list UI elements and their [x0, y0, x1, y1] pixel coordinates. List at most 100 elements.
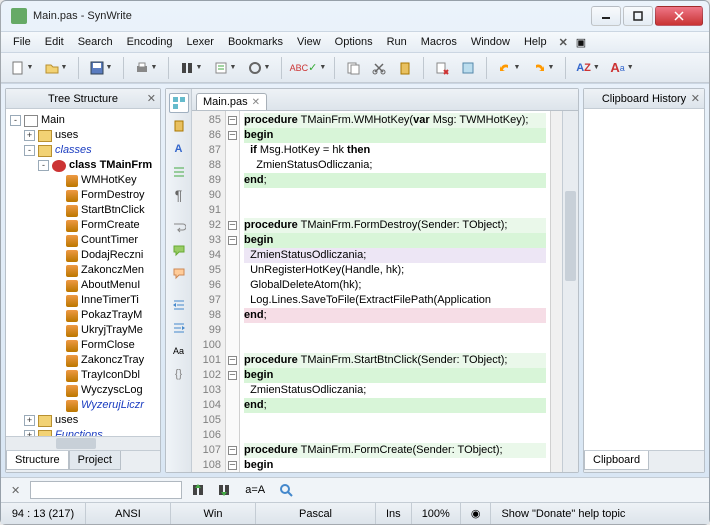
line-gutter[interactable]: 8586878889909192939495969798991001011021… — [192, 111, 226, 472]
tab-project[interactable]: Project — [69, 451, 121, 470]
tree-node[interactable]: +Functions — [8, 428, 160, 436]
status-sync-icon[interactable]: ◉ — [461, 503, 492, 524]
spellcheck-button[interactable]: ABC✓▼ — [289, 57, 327, 79]
tree-expander-icon[interactable]: - — [24, 145, 35, 156]
status-pos[interactable]: 94 : 13 (217) — [1, 503, 86, 524]
code-line[interactable]: begin — [244, 368, 546, 383]
vtool-text-icon[interactable]: A — [169, 139, 189, 159]
vtool-pilcrow-icon[interactable]: ¶ — [169, 185, 189, 205]
menu-help[interactable]: Help — [518, 34, 553, 50]
vtool-wrap-icon[interactable] — [169, 217, 189, 237]
fold-toggle-icon[interactable]: − — [228, 236, 237, 245]
tree-expander-icon[interactable]: - — [38, 160, 49, 171]
tree-node[interactable]: WMHotKey — [8, 173, 160, 188]
code-line[interactable]: GlobalDeleteAtom(hk); — [244, 278, 546, 293]
titlebar[interactable]: Main.pas - SynWrite — [1, 1, 709, 31]
fold-toggle-icon[interactable]: − — [228, 356, 237, 365]
code-line[interactable]: end; — [244, 173, 546, 188]
code-line[interactable] — [244, 188, 546, 203]
vtool-comment-icon[interactable] — [169, 240, 189, 260]
close-icon[interactable]: ✕ — [691, 92, 700, 105]
tree-node[interactable]: WyczyscLog — [8, 383, 160, 398]
close-icon[interactable]: ✕ — [147, 92, 156, 105]
code-line[interactable]: UnRegisterHotKey(Handle, hk); — [244, 263, 546, 278]
find-button[interactable]: ▼ — [176, 57, 206, 79]
code-line[interactable]: Log.Lines.SaveToFile(ExtractFilePath(App… — [244, 293, 546, 308]
menu-macros[interactable]: Macros — [415, 34, 463, 50]
code-line[interactable]: if Msg.HotKey = hk then — [244, 143, 546, 158]
code-line[interactable]: ZmienStatusOdliczania; — [244, 158, 546, 173]
code-line[interactable]: end; — [244, 308, 546, 323]
status-lexer[interactable]: Pascal — [256, 503, 376, 524]
tree-node[interactable]: InneTimerTi — [8, 293, 160, 308]
status-help[interactable]: Show "Donate" help topic — [491, 503, 709, 524]
tree-body[interactable]: -Main+uses-classes-class TMainFrmWMHotKe… — [6, 109, 160, 436]
find-next-button[interactable] — [214, 480, 234, 500]
code-line[interactable] — [244, 338, 546, 353]
font-button[interactable]: Aa▼ — [607, 57, 637, 79]
menu-edit[interactable]: Edit — [39, 34, 70, 50]
code-line[interactable] — [244, 413, 546, 428]
delete-button[interactable] — [431, 57, 453, 79]
maximize-button[interactable] — [623, 6, 653, 26]
redo-button[interactable]: ▼ — [528, 57, 558, 79]
tree-node[interactable]: FormCreate — [8, 218, 160, 233]
vtool-uncomment-icon[interactable] — [169, 263, 189, 283]
close-button[interactable] — [655, 6, 703, 26]
menu-bookmarks[interactable]: Bookmarks — [222, 34, 289, 50]
tree-node[interactable]: CountTimer — [8, 233, 160, 248]
tab-structure[interactable]: Structure — [6, 451, 69, 470]
menu-restore-icon[interactable]: ▣ — [570, 34, 592, 51]
status-zoom[interactable]: 100% — [412, 503, 461, 524]
menu-close-doc-icon[interactable]: ✕ — [559, 36, 568, 49]
fold-toggle-icon[interactable]: − — [228, 221, 237, 230]
menu-lexer[interactable]: Lexer — [180, 34, 220, 50]
menu-search[interactable]: Search — [72, 34, 119, 50]
fold-toggle-icon[interactable]: − — [228, 116, 237, 125]
case-toggle-button[interactable]: a=A — [240, 480, 270, 500]
tree-node[interactable]: ZakonczMen — [8, 263, 160, 278]
close-findbar-icon[interactable]: ✕ — [7, 484, 24, 497]
status-encoding[interactable]: ANSI — [86, 503, 171, 524]
print-button[interactable]: ▼ — [131, 57, 161, 79]
fold-toggle-icon[interactable]: − — [228, 446, 237, 455]
code-line[interactable]: begin — [244, 128, 546, 143]
vtool-clip-icon[interactable] — [169, 116, 189, 136]
vtool-indent-icon[interactable] — [169, 295, 189, 315]
code-line[interactable] — [244, 203, 546, 218]
code-text[interactable]: procedure TMainFrm.WMHotKey(var Msg: TWM… — [240, 111, 550, 472]
file-tab[interactable]: Main.pas ✕ — [196, 93, 267, 110]
tree-node[interactable]: TrayIconDbl — [8, 368, 160, 383]
code-line[interactable]: end; — [244, 398, 546, 413]
vtool-case-icon[interactable]: Aa — [169, 341, 189, 361]
menu-window[interactable]: Window — [465, 34, 516, 50]
find-all-button[interactable] — [276, 480, 296, 500]
h-scrollbar[interactable] — [6, 436, 160, 450]
tree-node[interactable]: +uses — [8, 128, 160, 143]
tree-node[interactable]: -Main — [8, 113, 160, 128]
close-tab-icon[interactable]: ✕ — [252, 97, 260, 108]
tree-node[interactable]: +uses — [8, 413, 160, 428]
code-line[interactable]: ZmienStatusOdliczania; — [244, 383, 546, 398]
cut-button[interactable] — [368, 57, 390, 79]
save-button[interactable]: ▼ — [86, 57, 116, 79]
code-line[interactable]: procedure TMainFrm.FormDestroy(Sender: T… — [244, 218, 546, 233]
clipboard-body[interactable] — [584, 109, 704, 450]
fold-toggle-icon[interactable]: − — [228, 461, 237, 470]
tree-node[interactable]: -class TMainFrm — [8, 158, 160, 173]
tree-node[interactable]: FormDestroy — [8, 188, 160, 203]
tree-node[interactable]: DodajReczni — [8, 248, 160, 263]
menu-options[interactable]: Options — [329, 34, 379, 50]
fold-toggle-icon[interactable]: − — [228, 371, 237, 380]
new-file-button[interactable]: ▼ — [7, 57, 37, 79]
overview-ruler[interactable] — [550, 111, 562, 472]
code-line[interactable]: begin — [244, 458, 546, 472]
code-line[interactable] — [244, 428, 546, 443]
find-prev-button[interactable] — [188, 480, 208, 500]
tree-expander-icon[interactable]: + — [24, 415, 35, 426]
tree-node[interactable]: ZakonczTray — [8, 353, 160, 368]
code-line[interactable]: ZmienStatusOdliczania; — [244, 248, 546, 263]
find-input[interactable] — [30, 481, 182, 499]
vtool-unindent-icon[interactable] — [169, 318, 189, 338]
fold-column[interactable]: −−−−−−−− — [226, 111, 240, 472]
